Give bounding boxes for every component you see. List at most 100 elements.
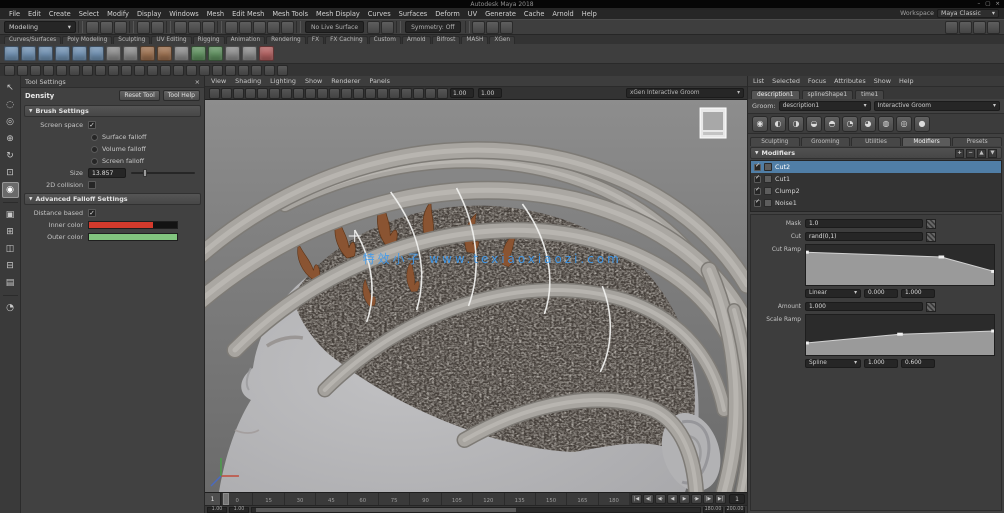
viewport-menu-item[interactable]: Renderer xyxy=(331,77,360,85)
clump-brush-icon[interactable]: ◍ xyxy=(878,116,894,132)
timeline-track[interactable]: 0153045607590105120135150165180 xyxy=(221,493,629,505)
attribute-editor-toggle-icon[interactable] xyxy=(945,21,958,34)
go-to-start-icon[interactable]: |◀ xyxy=(631,494,642,504)
close-icon[interactable]: × xyxy=(995,0,1000,8)
mirror-icon[interactable] xyxy=(242,46,257,61)
menu-item[interactable]: Modify xyxy=(103,10,133,18)
step-back-frame-icon[interactable]: ◀| xyxy=(643,494,654,504)
four-pane-layout-icon[interactable]: ⊞ xyxy=(2,224,19,240)
playback-end-field[interactable]: 180.00 xyxy=(703,507,723,513)
step-forward-frame-icon[interactable]: |▶ xyxy=(703,494,714,504)
viewport-menu-item[interactable]: View xyxy=(211,77,226,85)
anim-end-field[interactable]: 200.00 xyxy=(725,507,745,513)
place-brush-icon[interactable] xyxy=(173,65,184,76)
node-tab[interactable]: description1 xyxy=(751,90,800,99)
grab-brush-icon[interactable]: ◉ xyxy=(752,116,768,132)
menu-item[interactable]: Arnold xyxy=(548,10,577,18)
reference-thumbnail[interactable] xyxy=(700,108,726,138)
groom-select-icon[interactable] xyxy=(4,65,15,76)
single-pane-layout-icon[interactable]: ▣ xyxy=(2,207,19,223)
attribute-menu-item[interactable]: Attributes xyxy=(834,77,866,85)
snap-to-curve-icon[interactable] xyxy=(239,21,252,34)
timeline-tick[interactable]: 30 xyxy=(284,493,315,505)
menu-item[interactable]: Mesh xyxy=(203,10,228,18)
node-tab[interactable]: time1 xyxy=(855,90,884,99)
play-forwards-icon[interactable]: ▶ xyxy=(679,494,690,504)
texture-map-button[interactable] xyxy=(926,302,936,312)
shelf-tab[interactable]: Arnold xyxy=(402,36,431,45)
undo-icon[interactable] xyxy=(137,21,150,34)
timeline-tick[interactable]: 45 xyxy=(315,493,346,505)
sculpt-grab-brush-icon[interactable] xyxy=(17,65,28,76)
attribute-menu-item[interactable]: List xyxy=(753,77,764,85)
renderer-dropdown[interactable]: xGen Interactive Groom ▾ xyxy=(626,88,744,98)
interpolation-dropdown[interactable]: Linear ▾ xyxy=(805,289,861,298)
multi-cut-icon[interactable] xyxy=(123,46,138,61)
smooth-brush-icon[interactable] xyxy=(134,65,145,76)
menu-item[interactable]: Surfaces xyxy=(395,10,432,18)
tool-help-button[interactable]: Tool Help xyxy=(163,90,200,101)
section-tab[interactable]: Utilities xyxy=(851,137,901,146)
direction-brush-icon[interactable] xyxy=(147,65,158,76)
workspace-dropdown[interactable]: Maya Classic ▾ xyxy=(937,9,999,18)
timeline-tick[interactable]: 120 xyxy=(472,493,503,505)
wind-brush-icon[interactable] xyxy=(225,65,236,76)
slider-handle[interactable] xyxy=(143,169,147,177)
live-surface-field[interactable]: No Live Surface xyxy=(305,21,364,33)
shelf-tab[interactable]: MASH xyxy=(461,36,488,45)
snap-to-grid-icon[interactable] xyxy=(225,21,238,34)
node-tab[interactable]: splineShape1 xyxy=(802,90,854,99)
length-brush-icon[interactable]: ◒ xyxy=(806,116,822,132)
safe-title-icon[interactable] xyxy=(341,88,352,99)
selected-value-field[interactable]: 1.000 xyxy=(901,289,935,298)
grid-icon[interactable] xyxy=(269,88,280,99)
cylinder-icon[interactable] xyxy=(38,46,53,61)
attribute-menu-item[interactable]: Help xyxy=(899,77,914,85)
modifier-checkbox[interactable]: ✓ xyxy=(754,164,761,171)
new-scene-icon[interactable] xyxy=(86,21,99,34)
range-track[interactable] xyxy=(251,507,701,513)
menu-item[interactable]: Edit Mesh xyxy=(228,10,268,18)
timeline-tick[interactable]: 90 xyxy=(409,493,440,505)
combine-icon[interactable] xyxy=(191,46,206,61)
timeline-tick[interactable]: 15 xyxy=(252,493,283,505)
cube-icon[interactable] xyxy=(21,46,36,61)
menu-item[interactable]: Mesh Display xyxy=(312,10,364,18)
modifiers-section-header[interactable]: ▼ Modifiers +−▲▼ xyxy=(750,147,1002,159)
shelf-tab[interactable]: UV Editing xyxy=(151,36,191,45)
menu-item[interactable]: Generate xyxy=(481,10,520,18)
distance-checkbox[interactable]: ✓ xyxy=(88,209,96,217)
ambient-occlusion-icon[interactable] xyxy=(413,88,424,99)
extrude-icon[interactable] xyxy=(157,46,172,61)
density-brush-icon[interactable]: ◔ xyxy=(842,116,858,132)
menu-item[interactable]: Display xyxy=(133,10,165,18)
collision-checkbox[interactable] xyxy=(88,181,96,189)
cut-brush-icon[interactable] xyxy=(82,65,93,76)
menu-item[interactable]: UV xyxy=(464,10,481,18)
section-tab[interactable]: Presets xyxy=(952,137,1002,146)
timeline-tick[interactable]: 150 xyxy=(535,493,566,505)
attract-brush-icon[interactable] xyxy=(238,65,249,76)
section-tab[interactable]: Modifiers xyxy=(902,137,952,146)
shelf-tab[interactable]: Sculpting xyxy=(113,36,150,45)
freeze-brush-icon[interactable]: ● xyxy=(914,116,930,132)
falloff-radio[interactable] xyxy=(91,158,98,165)
shelf-tab[interactable]: FX xyxy=(307,36,324,45)
tool-settings-toggle-icon[interactable] xyxy=(959,21,972,34)
attribute-menu-item[interactable]: Show xyxy=(874,77,891,85)
separate-icon[interactable] xyxy=(208,46,223,61)
move-down-icon[interactable]: ▼ xyxy=(988,149,997,158)
boolean-icon[interactable] xyxy=(259,46,274,61)
noise-brush-icon[interactable] xyxy=(108,65,119,76)
add-modifier-icon[interactable]: + xyxy=(955,149,964,158)
scale-tool-icon[interactable]: ⊡ xyxy=(2,165,19,181)
groom-brush-tool-icon[interactable]: ◉ xyxy=(2,182,19,198)
menu-item[interactable]: Create xyxy=(45,10,75,18)
exposure-field[interactable]: 1.00 xyxy=(450,88,474,98)
snap-to-plane-icon[interactable] xyxy=(267,21,280,34)
image-plane-icon[interactable] xyxy=(257,88,268,99)
film-gate-icon[interactable] xyxy=(281,88,292,99)
outliner-layout-icon[interactable]: ▤ xyxy=(2,275,19,291)
screen-space-checkbox[interactable]: ✓ xyxy=(88,121,96,129)
timeline-tick[interactable]: 165 xyxy=(566,493,597,505)
